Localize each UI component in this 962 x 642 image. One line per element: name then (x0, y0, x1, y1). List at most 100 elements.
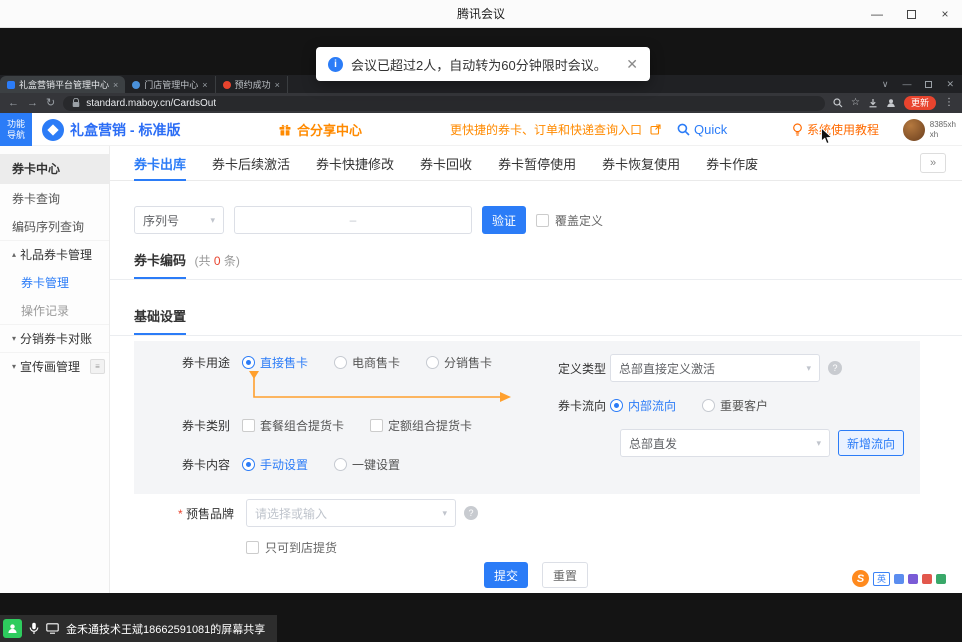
browser-tab-1[interactable]: 礼盒营销平台管理中心 × (0, 76, 125, 93)
tab-card-resume[interactable]: 券卡恢复使用 (602, 146, 680, 181)
usage-option-distribution[interactable]: 分销售卡 (426, 354, 492, 371)
chevron-down-icon: ▾ (210, 215, 215, 226)
sidebar-collapse-handle[interactable]: ≡ (90, 359, 105, 374)
microphone-icon[interactable] (29, 622, 39, 635)
extension-icon-3[interactable] (922, 574, 932, 584)
define-type-select[interactable]: 总部直接定义激活 ▾ (610, 354, 820, 382)
browser-tab-3[interactable]: 预约成功 × (216, 76, 288, 93)
pickup-only-option[interactable]: 只可到店提货 (246, 539, 337, 556)
radio-selected-icon[interactable] (242, 458, 255, 471)
category-option-fixed[interactable]: 定额组合提货卡 (370, 417, 472, 434)
chevron-down-icon: ▾ (816, 438, 821, 449)
page-tabs: 券卡出库 券卡后续激活 券卡快捷修改 券卡回收 券卡暂停使用 券卡恢复使用 券卡… (110, 146, 962, 181)
radio-icon[interactable] (426, 356, 439, 369)
panel-expand-button[interactable]: » (920, 153, 946, 173)
refresh-icon[interactable]: ↻ (46, 98, 55, 109)
avatar (903, 119, 925, 141)
screen-share-icon[interactable] (46, 623, 59, 634)
presale-brand-select[interactable]: 请选择或输入 ▾ (246, 499, 456, 527)
function-nav-button[interactable]: 功能 导航 (0, 113, 32, 146)
share-label: 金禾通技术王斌18662591081的屏幕共享 (66, 621, 265, 637)
radio-selected-icon[interactable] (242, 356, 255, 369)
tab-card-void[interactable]: 券卡作废 (706, 146, 758, 181)
profile-icon[interactable] (886, 98, 896, 108)
tab2-close-icon[interactable]: × (202, 80, 207, 90)
pickup-checkbox[interactable] (246, 541, 259, 554)
address-bar[interactable]: standard.maboy.cn/CardsOut (63, 96, 825, 111)
browser-tab-2[interactable]: 门店管理中心 × (125, 76, 215, 93)
sidebar-item-operation-log[interactable]: 操作记录 (0, 296, 109, 324)
override-checkbox[interactable] (536, 214, 549, 227)
tab-card-outbound[interactable]: 券卡出库 (134, 146, 186, 181)
extension-icon-4[interactable] (936, 574, 946, 584)
caret-down-icon: ▾ (12, 362, 16, 371)
flow-target-select[interactable]: 总部直发 ▾ (620, 429, 830, 457)
radio-icon[interactable] (334, 356, 347, 369)
serial-type-select[interactable]: 序列号 ▾ (134, 206, 224, 234)
share-center-link[interactable]: 合分享中心 (278, 113, 362, 146)
close-button[interactable]: × (928, 0, 962, 28)
tab-search-icon[interactable]: ∨ (882, 79, 889, 90)
user-name: 8385xh (930, 120, 956, 129)
codes-section-title: 券卡编码 (134, 250, 186, 269)
tab-card-recycle[interactable]: 券卡回收 (420, 146, 472, 181)
zoom-icon[interactable] (833, 98, 843, 108)
help-icon[interactable]: ? (828, 361, 842, 375)
sidebar-group-gift-card-mgmt[interactable]: ▴ 礼品券卡管理 (0, 240, 109, 268)
usage-option-direct[interactable]: 直接售卡 (242, 354, 308, 371)
minimize-button[interactable]: — (860, 0, 894, 28)
browser-close-icon[interactable]: ✕ (946, 79, 954, 90)
verify-button[interactable]: 验证 (482, 206, 526, 234)
sidebar-item-card-mgmt[interactable]: 券卡管理 (0, 268, 109, 296)
tutorial-link[interactable]: 系统使用教程 (792, 113, 879, 146)
browser-minimize-icon[interactable]: — (902, 79, 911, 89)
extension-logo-icon[interactable]: S (852, 570, 869, 587)
sidebar-item-code-sequence-query[interactable]: 编码序列查询 (0, 212, 109, 240)
browser-menu-icon[interactable]: ⋮ (944, 98, 954, 108)
reset-button[interactable]: 重置 (542, 562, 588, 588)
maximize-button[interactable] (894, 0, 928, 28)
sidebar-item-card-query[interactable]: 券卡查询 (0, 184, 109, 212)
back-icon[interactable]: ← (8, 98, 19, 109)
usage-option-ecommerce[interactable]: 电商售卡 (334, 354, 400, 371)
tab3-close-icon[interactable]: × (275, 80, 280, 90)
override-define-option[interactable]: 覆盖定义 (536, 212, 603, 229)
quick-entry-link[interactable]: 更快捷的券卡、订单和快递查询入口 (450, 121, 642, 138)
browser-update-button[interactable]: 更新 (904, 96, 936, 110)
sidebar-group-distribution-reconcile[interactable]: ▾ 分销券卡对账 (0, 324, 109, 352)
tab3-favicon (223, 81, 231, 89)
tab-card-suspend[interactable]: 券卡暂停使用 (498, 146, 576, 181)
user-account[interactable]: 8385xh xh (903, 113, 956, 146)
caret-up-icon: ▴ (12, 250, 16, 259)
category-option-combo[interactable]: 套餐组合提货卡 (242, 417, 344, 434)
chevron-down-icon: ▾ (806, 363, 811, 374)
extension-icon-2[interactable] (908, 574, 918, 584)
checkbox-icon[interactable] (370, 419, 383, 432)
checkbox-icon[interactable] (242, 419, 255, 432)
extension-icon-1[interactable] (894, 574, 904, 584)
radio-selected-icon[interactable] (610, 399, 623, 412)
radio-icon[interactable] (702, 399, 715, 412)
bookmark-star-icon[interactable]: ☆ (851, 98, 860, 108)
submit-button[interactable]: 提交 (484, 562, 528, 588)
screen-share-bar: 金禾通技术王斌18662591081的屏幕共享 (0, 615, 277, 642)
quick-search[interactable]: Quick (677, 122, 727, 137)
radio-icon[interactable] (334, 458, 347, 471)
browser-window: 礼盒营销平台管理中心 × 门店管理中心 × 预约成功 × ∨ — (0, 75, 962, 593)
search-icon (677, 123, 690, 136)
download-icon[interactable] (868, 98, 878, 108)
help-icon[interactable]: ? (464, 506, 478, 520)
add-flow-button[interactable]: 新增流向 (838, 430, 904, 456)
tab-card-activate[interactable]: 券卡后续激活 (212, 146, 290, 181)
translate-extension-icon[interactable]: 英 (873, 572, 890, 586)
flow-option-internal[interactable]: 内部流向 (610, 397, 676, 414)
tab1-close-icon[interactable]: × (113, 80, 118, 90)
content-option-onekey[interactable]: 一键设置 (334, 456, 400, 473)
forward-icon[interactable]: → (27, 98, 38, 109)
browser-maximize-icon[interactable] (925, 81, 932, 88)
flow-option-vip[interactable]: 重要客户 (702, 397, 768, 414)
toast-close-icon[interactable]: ✕ (626, 56, 638, 73)
content-option-manual[interactable]: 手动设置 (242, 456, 308, 473)
tab-card-quick-edit[interactable]: 券卡快捷修改 (316, 146, 394, 181)
serial-range-input[interactable]: – (234, 206, 472, 234)
